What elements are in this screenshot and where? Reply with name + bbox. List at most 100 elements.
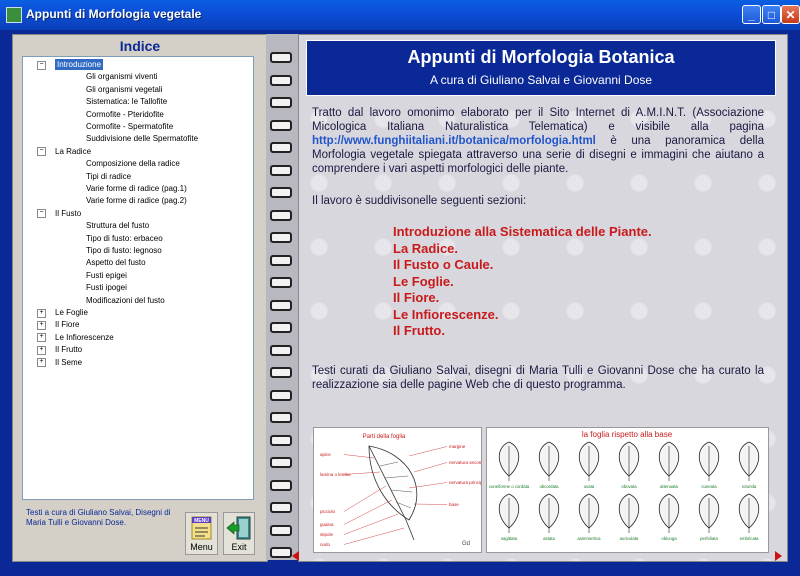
section-link[interactable]: Le Infiorescenze.: [393, 307, 652, 324]
app-window: Appunti di Morfologia vegetale _ □ ✕ Ind…: [0, 0, 800, 576]
binder-ring: [270, 547, 292, 558]
leaf-shape-label: auriculata: [620, 536, 639, 541]
binder-spine: [266, 34, 298, 560]
leaf-part-label: stipole: [320, 532, 334, 537]
exit-button[interactable]: Exit: [223, 512, 255, 555]
maximize-button[interactable]: □: [762, 5, 781, 24]
leaf-shape: [738, 493, 760, 533]
leaf-shape-label: obcordata: [539, 484, 559, 489]
next-page-arrow[interactable]: [775, 551, 782, 561]
leaf-shape-label: sagittata: [501, 536, 518, 541]
tree-topic[interactable]: Varie forme di radice (pag.2): [86, 195, 187, 206]
tree-topic[interactable]: Tipo di fusto: erbaceo: [86, 233, 163, 244]
section-link[interactable]: Il Frutto.: [393, 323, 652, 340]
section-link[interactable]: La Radice.: [393, 241, 652, 258]
tree-expander[interactable]: +: [37, 320, 46, 330]
minimize-button[interactable]: _: [742, 5, 761, 24]
binder-ring: [270, 524, 292, 536]
tree-topic[interactable]: Gli organismi viventi: [86, 71, 158, 82]
tree-expander[interactable]: +: [37, 345, 46, 355]
binder-ring: [270, 209, 292, 221]
leader-line: [343, 527, 405, 545]
leaf-shape: [538, 493, 560, 533]
leaf-shape: [618, 441, 640, 481]
tree-chapter[interactable]: Introduzione: [55, 59, 104, 70]
leaf-part-label: margine: [449, 444, 466, 449]
leaf-shape: [618, 493, 640, 533]
tree-topic[interactable]: Struttura del fusto: [86, 220, 149, 231]
binder-ring: [270, 119, 292, 131]
leaf-parts-drawing: Parti della foglia apicelamina o lembopi…: [320, 434, 511, 547]
leader-line: [408, 446, 448, 457]
previous-page-arrow[interactable]: [292, 551, 299, 561]
leaf-part-label: picciolo: [320, 509, 336, 514]
tree-chapter[interactable]: Il Fiore: [55, 319, 79, 330]
binder-ring: [270, 412, 292, 423]
tree-chapter[interactable]: Le Foglie: [55, 307, 88, 318]
binder-ring: [270, 299, 292, 311]
index-tree[interactable]: − Introduzione Gli organismi viventi Gli or…: [22, 56, 254, 500]
leaf-part-label: nervatura principale o mediana: [449, 480, 481, 485]
binder-ring: [270, 277, 292, 288]
tree-topic[interactable]: Cormofite - Spermatofite: [86, 121, 173, 132]
tree-chapter[interactable]: Le Infiorescenze: [55, 332, 114, 343]
binder-ring: [270, 74, 292, 86]
leaf-base-illustration: la foglia rispetto alla base cuneiforme …: [486, 427, 769, 553]
section-link[interactable]: Le Foglie.: [393, 274, 652, 291]
tree-topic[interactable]: Suddivisione delle Spermatofite: [86, 133, 198, 144]
site-link[interactable]: http://www.funghiitaliani.it/botanica/mo…: [312, 135, 596, 147]
section-link[interactable]: Il Fiore.: [393, 290, 652, 307]
tree-expander[interactable]: −: [37, 209, 46, 219]
tree-topic[interactable]: Varie forme di radice (pag.1): [86, 183, 187, 194]
menu-icon-text: MENU: [194, 518, 209, 524]
leaf-shape-label: obovata: [621, 484, 637, 489]
tree-topic[interactable]: Fusti ipogei: [86, 282, 127, 293]
tree-expander[interactable]: +: [37, 333, 46, 343]
leaf-shape: [738, 441, 760, 481]
close-button[interactable]: ✕: [781, 5, 800, 24]
tree-topic[interactable]: Gli organismi vegetali: [86, 84, 162, 95]
tree-topic[interactable]: Composizione della radice: [86, 158, 180, 169]
binder-ring: [270, 322, 292, 333]
leader-line: [343, 499, 393, 525]
sections-list: Introduzione alla Sistematica delle Pian…: [393, 224, 652, 340]
tree-chapter[interactable]: Il Fusto: [55, 208, 81, 219]
leaf-part-label: apice: [320, 452, 331, 457]
tree-expander[interactable]: +: [37, 308, 46, 318]
tree-chapter[interactable]: La Radice: [55, 146, 91, 157]
leaf-shape-label: attenuata: [660, 484, 679, 489]
title-bar: Appunti di Morfologia vegetale _ □ ✕: [0, 0, 800, 30]
tree-topic[interactable]: Aspetto del fusto: [86, 257, 146, 268]
binder-ring: [270, 502, 292, 513]
leaf-part-label: nodo: [320, 542, 331, 547]
binder-ring: [270, 367, 292, 378]
leaf-shape-label: astata: [543, 536, 555, 541]
content-title: Appunti di Morfologia Botanica: [407, 47, 675, 67]
leaf-part-label: nervatura secondaria: [449, 460, 481, 465]
tree-topic[interactable]: Fusti epigei: [86, 270, 127, 281]
tree-expander[interactable]: −: [37, 147, 46, 157]
tree-expander[interactable]: +: [37, 358, 46, 368]
tree-topic[interactable]: Cormofite - Pteridofite: [86, 109, 164, 120]
tree-expander[interactable]: −: [37, 60, 46, 70]
tree-topic[interactable]: Tipo di fusto: legnoso: [86, 245, 162, 256]
tree-topic[interactable]: Tipi di radice: [86, 171, 131, 182]
leaf-labels-right: margine nervatura secondaria nervatura pri…: [408, 444, 511, 507]
section-link[interactable]: Il Fusto o Caule.: [393, 257, 652, 274]
binder-ring: [270, 97, 292, 108]
section-link[interactable]: Introduzione alla Sistematica delle Pian…: [393, 224, 652, 241]
menu-button[interactable]: MENU Menu: [185, 512, 218, 555]
menu-button-label: Menu: [190, 542, 213, 552]
intro-text: Tratto dal lavoro omonimo elaborato per …: [312, 107, 764, 133]
leaf-shape-label: asimmetrica: [577, 536, 601, 541]
leaf-base-title: la foglia rispetto alla base: [582, 430, 673, 439]
binder-ring: [270, 457, 292, 468]
tree-topic[interactable]: Modificazioni del fusto: [86, 295, 165, 306]
leaf-part-label: base: [449, 502, 459, 507]
index-title: Indice: [119, 38, 161, 54]
tree-chapter[interactable]: Il Seme: [55, 357, 82, 368]
leaf-parts-title: Parti della foglia: [363, 434, 406, 440]
tree-chapter[interactable]: Il Frutto: [55, 344, 82, 355]
tree-topic[interactable]: Sistematica: le Tallofite: [86, 96, 167, 107]
leaf-parts-illustration: Parti della foglia apice lamina o lembo pi…: [313, 427, 511, 553]
